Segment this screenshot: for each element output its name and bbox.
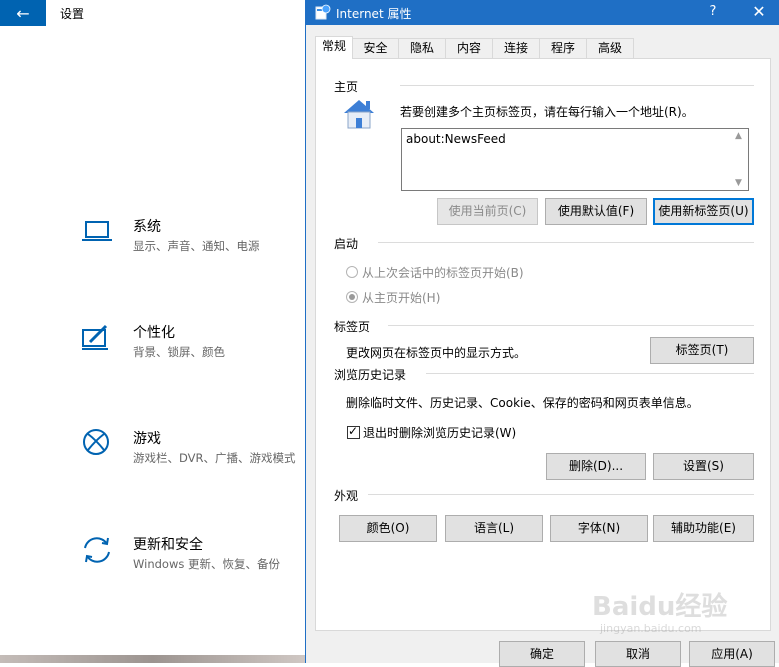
history-section-label: 浏览历史记录: [334, 366, 411, 383]
laptop-icon: [82, 221, 112, 241]
tab-connections[interactable]: 连接: [492, 38, 540, 58]
apply-button[interactable]: 应用(A): [689, 641, 775, 667]
startup-section-label: 启动: [334, 235, 363, 252]
category-gaming[interactable]: 游戏 游戏栏、DVR、广播、游戏模式: [80, 428, 306, 478]
close-button[interactable]: ✕: [742, 2, 776, 22]
tab-advanced[interactable]: 高级: [586, 38, 634, 58]
section-divider: [426, 373, 754, 374]
home-page-textarea[interactable]: about:NewsFeed ▲ ▼: [401, 128, 749, 191]
tabs-description: 更改网页在标签页中的显示方式。: [346, 346, 527, 360]
watermark-url: jingyan.baidu.com: [600, 622, 702, 635]
use-current-button[interactable]: 使用当前页(C): [437, 198, 538, 225]
history-description: 删除临时文件、历史记录、Cookie、保存的密码和网页表单信息。: [346, 396, 699, 410]
tab-programs[interactable]: 程序: [539, 38, 587, 58]
back-button[interactable]: ←: [0, 0, 46, 26]
category-update-security[interactable]: 更新和安全 Windows 更新、恢复、备份: [80, 534, 306, 584]
startup-option-1: 从上次会话中的标签页开始(B): [362, 266, 524, 280]
dialog-titlebar: Internet 属性 ? ✕: [306, 0, 779, 25]
category-desc: 显示、声音、通知、电源: [133, 239, 260, 253]
taskbar-strip: [0, 655, 306, 663]
category-title: 游戏: [133, 431, 161, 447]
xbox-icon: [83, 429, 109, 455]
checkmark-icon: ✓: [348, 424, 359, 438]
section-divider: [368, 494, 754, 495]
category-desc: 游戏栏、DVR、广播、游戏模式: [133, 451, 296, 465]
home-url-value: about:NewsFeed: [406, 132, 506, 146]
settings-window: ← 设置 系统 显示、声音、通知、电源 个性化 背景、锁屏、颜色 游戏 游戏栏、…: [0, 0, 306, 663]
fonts-button[interactable]: 字体(N): [550, 515, 648, 542]
category-system[interactable]: 系统 显示、声音、通知、电源: [80, 216, 306, 266]
use-default-button[interactable]: 使用默认值(F): [545, 198, 647, 225]
sync-icon: [84, 537, 110, 563]
startup-home-radio[interactable]: [346, 291, 358, 303]
category-title: 系统: [133, 219, 161, 235]
section-divider: [378, 242, 754, 243]
section-divider: [400, 85, 754, 86]
use-new-tab-button[interactable]: 使用新标签页(U): [653, 198, 754, 225]
tab-privacy[interactable]: 隐私: [398, 38, 446, 58]
tabs-section-label: 标签页: [334, 318, 375, 335]
home-section-label: 主页: [334, 78, 363, 95]
delete-history-on-exit-checkbox[interactable]: ✓: [347, 424, 360, 439]
home-house-icon: [344, 100, 374, 129]
internet-options-icon: [315, 4, 331, 20]
appearance-section-label: 外观: [334, 487, 363, 504]
close-icon: ✕: [752, 2, 766, 21]
settings-titlebar: ← 设置: [0, 0, 306, 26]
tab-security[interactable]: 安全: [352, 38, 399, 58]
help-button[interactable]: ?: [702, 2, 724, 22]
delete-history-button[interactable]: 删除(D)...: [546, 453, 646, 480]
category-desc: Windows 更新、恢复、备份: [133, 557, 280, 571]
category-desc: 背景、锁屏、颜色: [133, 345, 225, 359]
radio-selected-dot: [349, 294, 355, 300]
history-settings-button[interactable]: 设置(S): [653, 453, 754, 480]
internet-options-dialog: Internet 属性 ? ✕ 常规 安全 隐私 内容 连接 程序 高级 主页 …: [305, 0, 779, 667]
tab-general[interactable]: 常规: [315, 36, 353, 59]
section-divider: [388, 325, 754, 326]
delete-history-on-exit-label: 退出时删除浏览历史记录(W): [363, 426, 517, 440]
cancel-button[interactable]: 取消: [595, 641, 681, 667]
home-instruction: 若要创建多个主页标签页，请在每行输入一个地址(R)。: [400, 105, 694, 119]
back-arrow-icon: ←: [16, 3, 30, 23]
category-title: 更新和安全: [133, 537, 203, 553]
tab-content[interactable]: 内容: [445, 38, 493, 58]
languages-button[interactable]: 语言(L): [445, 515, 543, 542]
startup-option-2: 从主页开始(H): [362, 291, 441, 305]
textarea-scrollbar[interactable]: ▲ ▼: [731, 129, 748, 190]
startup-last-session-radio[interactable]: [346, 266, 358, 278]
watermark-logo: Baidu经验: [592, 592, 728, 622]
ok-button[interactable]: 确定: [499, 641, 585, 667]
category-personalization[interactable]: 个性化 背景、锁屏、颜色: [80, 322, 306, 372]
accessibility-button[interactable]: 辅助功能(E): [653, 515, 754, 542]
settings-title: 设置: [60, 7, 85, 21]
category-title: 个性化: [133, 325, 175, 341]
scroll-down-icon[interactable]: ▼: [735, 178, 742, 188]
tabs-settings-button[interactable]: 标签页(T): [650, 337, 754, 364]
colors-button[interactable]: 颜色(O): [339, 515, 437, 542]
general-tab-panel: 主页 若要创建多个主页标签页，请在每行输入一个地址(R)。 about:News…: [315, 58, 771, 631]
scroll-up-icon[interactable]: ▲: [735, 131, 742, 141]
dialog-title: Internet 属性: [336, 7, 412, 21]
paint-brush-icon: [82, 324, 108, 350]
